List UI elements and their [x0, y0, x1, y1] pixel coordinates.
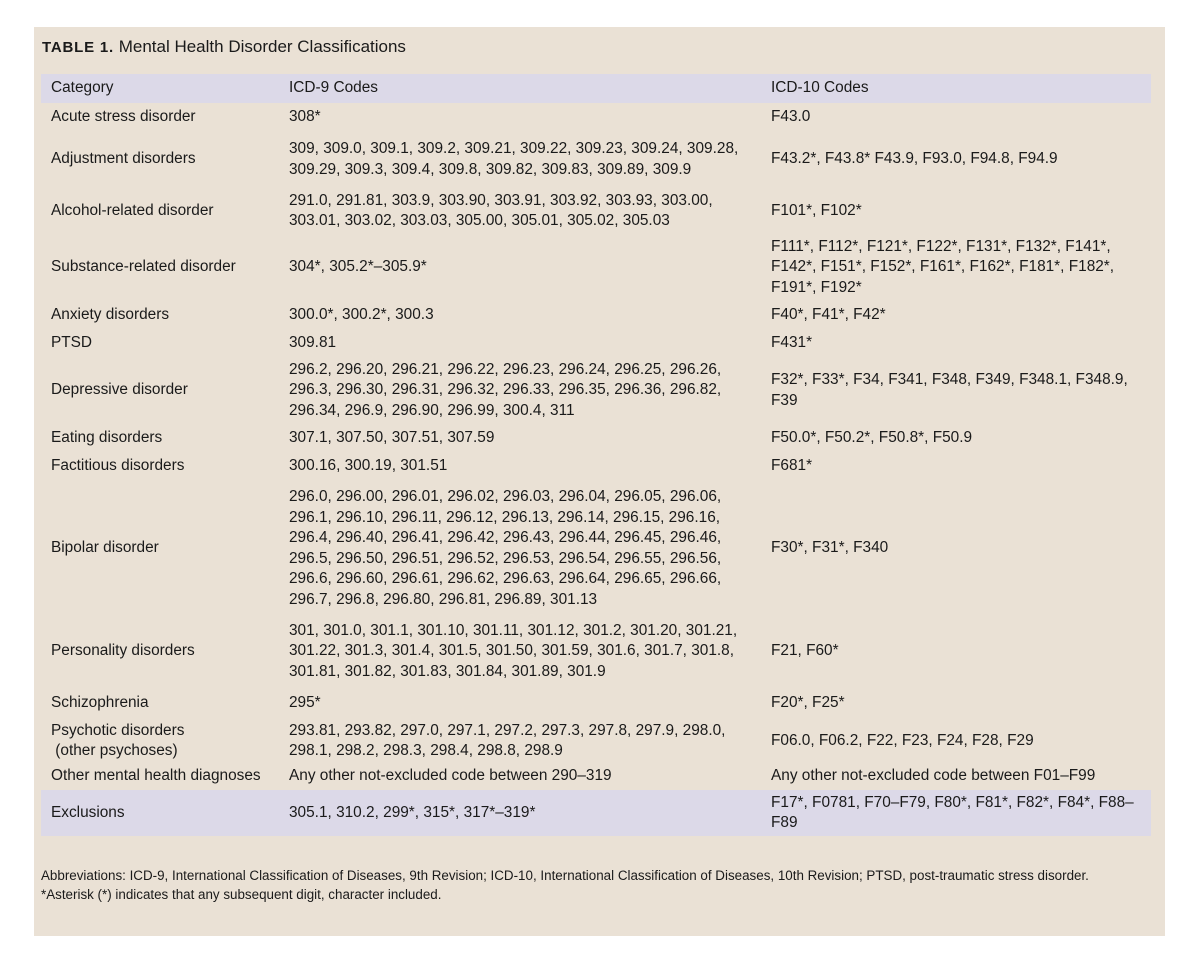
- icd9-cell: 291.0, 291.81, 303.9, 303.90, 303.91, 30…: [289, 191, 713, 230]
- icd10-cell: F40*, F41*, F42*: [771, 305, 886, 323]
- icd10-cell: F21, F60*: [771, 642, 839, 660]
- icd10-cell: F681*: [771, 456, 813, 474]
- category-cell: Psychotic disorders (other psychoses): [51, 721, 185, 760]
- icd10-cell: F30*, F31*, F340: [771, 539, 889, 557]
- table-caption: Mental Health Disorder Classifications: [118, 37, 406, 56]
- icd9-cell: 309, 309.0, 309.1, 309.2, 309.21, 309.22…: [289, 140, 739, 178]
- table-row: Personality disorders 301, 301.0, 301.1, …: [41, 617, 1151, 686]
- category-cell: Other mental health diagnoses: [51, 766, 261, 784]
- category-cell: Eating disorders: [51, 428, 163, 446]
- category-cell: Schizophrenia: [51, 693, 149, 711]
- category-cell: Substance-related disorder: [51, 258, 236, 276]
- icd9-cell: 296.0, 296.00, 296.01, 296.02, 296.03, 2…: [289, 488, 722, 608]
- icd9-cell: 295*: [289, 693, 321, 711]
- icd9-cell: 293.81, 293.82, 297.0, 297.1, 297.2, 297…: [289, 721, 726, 760]
- table-row: Bipolar disorder 296.0, 296.00, 296.01, 2…: [41, 480, 1151, 617]
- icd10-cell: F111*, F112*, F121*, F122*, F131*, F132*…: [771, 237, 1115, 296]
- icd9-cell: 301, 301.0, 301.1, 301.10, 301.11, 301.1…: [289, 621, 738, 680]
- category-cell: Factitious disorders: [51, 456, 185, 474]
- category-cell: Personality disorders: [51, 642, 195, 660]
- table-row: Alcohol-related disorder 291.0, 291.81, 3…: [41, 188, 1151, 234]
- table-row: Acute stress disorder 308* F43.0: [41, 103, 1151, 131]
- category-cell: Exclusions: [41, 790, 279, 836]
- table-row: Schizophrenia 295* F20*, F25*: [41, 686, 1151, 720]
- category-cell: Adjustment disorders: [51, 150, 196, 168]
- icd9-cell: Any other not-excluded code between 290–…: [289, 766, 612, 784]
- table-row: Psychotic disorders (other psychoses) 293…: [41, 720, 1151, 762]
- icd10-cell: Any other not-excluded code between F01–…: [771, 766, 1096, 784]
- table-row: Eating disorders 307.1, 307.50, 307.51, 3…: [41, 424, 1151, 452]
- table-row: Depressive disorder 296.2, 296.20, 296.21…: [41, 357, 1151, 424]
- header-category: Category: [41, 74, 279, 103]
- icd9-cell: 308*: [289, 107, 321, 125]
- table-panel: TABLE 1. Mental Health Disorder Classifi…: [34, 27, 1165, 936]
- category-cell: Anxiety disorders: [51, 305, 170, 323]
- table-row: Adjustment disorders 309, 309.0, 309.1, 3…: [41, 131, 1151, 188]
- table-number: TABLE 1.: [42, 39, 114, 56]
- icd10-cell: F43.2*, F43.8* F43.9, F93.0, F94.8, F94.…: [771, 150, 1058, 168]
- category-cell: Acute stress disorder: [51, 107, 196, 125]
- header-icd9: ICD-9 Codes: [279, 74, 761, 103]
- icd10-cell: F101*, F102*: [771, 201, 862, 219]
- table-title: TABLE 1. Mental Health Disorder Classifi…: [42, 37, 406, 58]
- table-row: PTSD 309.81 F431*: [41, 329, 1151, 357]
- table-footnotes: Abbreviations: ICD-9, International Clas…: [41, 867, 1151, 904]
- table-row: Anxiety disorders 300.0*, 300.2*, 300.3 F4…: [41, 301, 1151, 329]
- icd10-cell: F431*: [771, 333, 813, 351]
- classification-table: Category ICD-9 Codes ICD-10 Codes Acute …: [41, 74, 1151, 836]
- header-icd10: ICD-10 Codes: [761, 74, 1151, 103]
- icd10-cell: F50.0*, F50.2*, F50.8*, F50.9: [771, 428, 973, 446]
- icd9-cell: 296.2, 296.20, 296.21, 296.22, 296.23, 2…: [289, 360, 722, 419]
- icd9-cell: 300.0*, 300.2*, 300.3: [289, 305, 434, 323]
- table-row: Factitious disorders 300.16, 300.19, 301.…: [41, 452, 1151, 480]
- table-row: Substance-related disorder 304*, 305.2*–3…: [41, 234, 1151, 301]
- icd10-cell: F32*, F33*, F34, F341, F348, F349, F348.…: [771, 371, 1128, 409]
- icd10-cell: F17*, F0781, F70–F79, F80*, F81*, F82*, …: [761, 790, 1151, 836]
- icd10-cell: F43.0: [771, 107, 811, 125]
- icd10-cell: F20*, F25*: [771, 693, 845, 711]
- abbreviations-note: Abbreviations: ICD-9, International Clas…: [41, 868, 1089, 883]
- category-cell: PTSD: [51, 333, 93, 351]
- icd10-cell: F06.0, F06.2, F22, F23, F24, F28, F29: [771, 731, 1034, 749]
- category-cell: Bipolar disorder: [51, 539, 159, 557]
- icd9-cell: 309.81: [289, 333, 337, 351]
- table-header-row: Category ICD-9 Codes ICD-10 Codes: [41, 74, 1151, 103]
- table-row: Exclusions 305.1, 310.2, 299*, 315*, 317*…: [41, 790, 1151, 836]
- icd9-cell: 300.16, 300.19, 301.51: [289, 456, 448, 474]
- icd9-cell: 305.1, 310.2, 299*, 315*, 317*–319*: [279, 790, 761, 836]
- icd9-cell: 304*, 305.2*–305.9*: [289, 258, 427, 276]
- category-cell: Depressive disorder: [51, 381, 188, 399]
- asterisk-note: *Asterisk (*) indicates that any subsequ…: [41, 887, 442, 902]
- category-cell: Alcohol-related disorder: [51, 201, 214, 219]
- table-row: Other mental health diagnoses Any other n…: [41, 762, 1151, 790]
- icd9-cell: 307.1, 307.50, 307.51, 307.59: [289, 428, 495, 446]
